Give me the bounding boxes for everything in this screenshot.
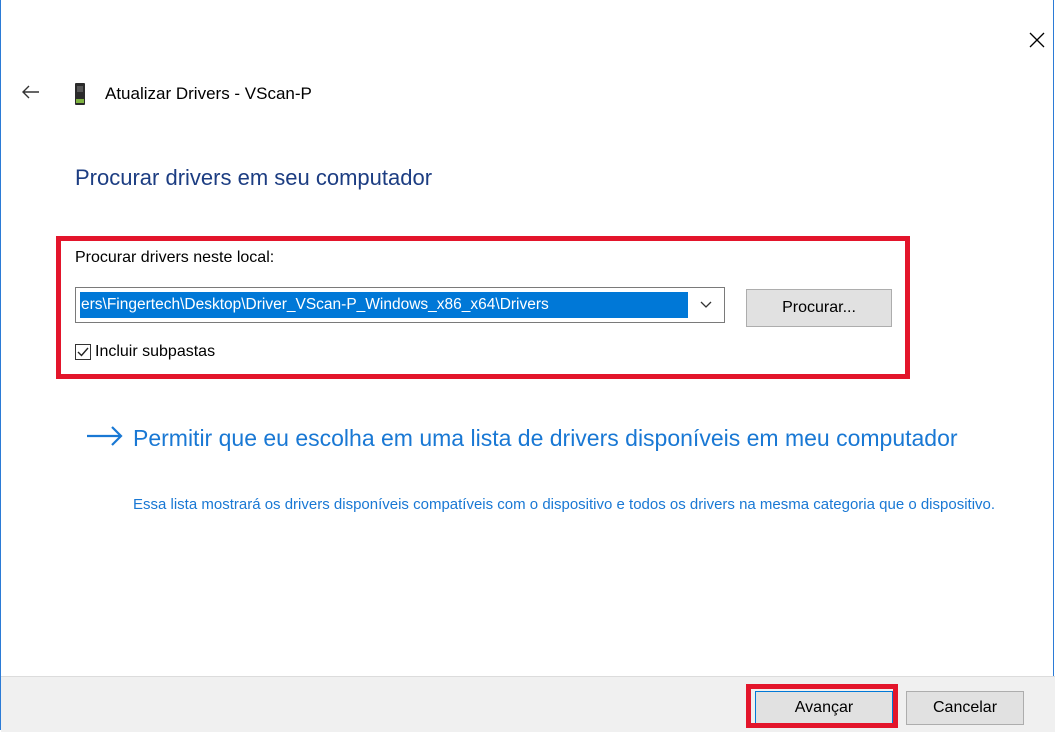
update-drivers-window: Atualizar Drivers - VScan-P Procurar dri… — [0, 0, 1056, 732]
device-icon — [75, 83, 85, 105]
footer-bar — [1, 676, 1055, 732]
close-icon — [1029, 32, 1045, 48]
back-arrow-icon — [22, 85, 39, 99]
location-highlight-frame — [56, 236, 910, 379]
right-arrow-icon — [87, 426, 123, 446]
pick-driver-list-title[interactable]: Permitir que eu escolha em uma lista de … — [133, 421, 1003, 455]
close-button[interactable] — [1017, 20, 1056, 60]
pick-driver-list-description: Essa lista mostrará os drivers disponíve… — [133, 496, 996, 513]
cancel-button[interactable]: Cancelar — [906, 691, 1024, 725]
next-button[interactable]: Avançar — [755, 691, 893, 725]
page-heading: Procurar drivers em seu computador — [75, 165, 433, 190]
window-title: Atualizar Drivers - VScan-P — [105, 84, 312, 103]
back-button[interactable] — [15, 78, 47, 106]
